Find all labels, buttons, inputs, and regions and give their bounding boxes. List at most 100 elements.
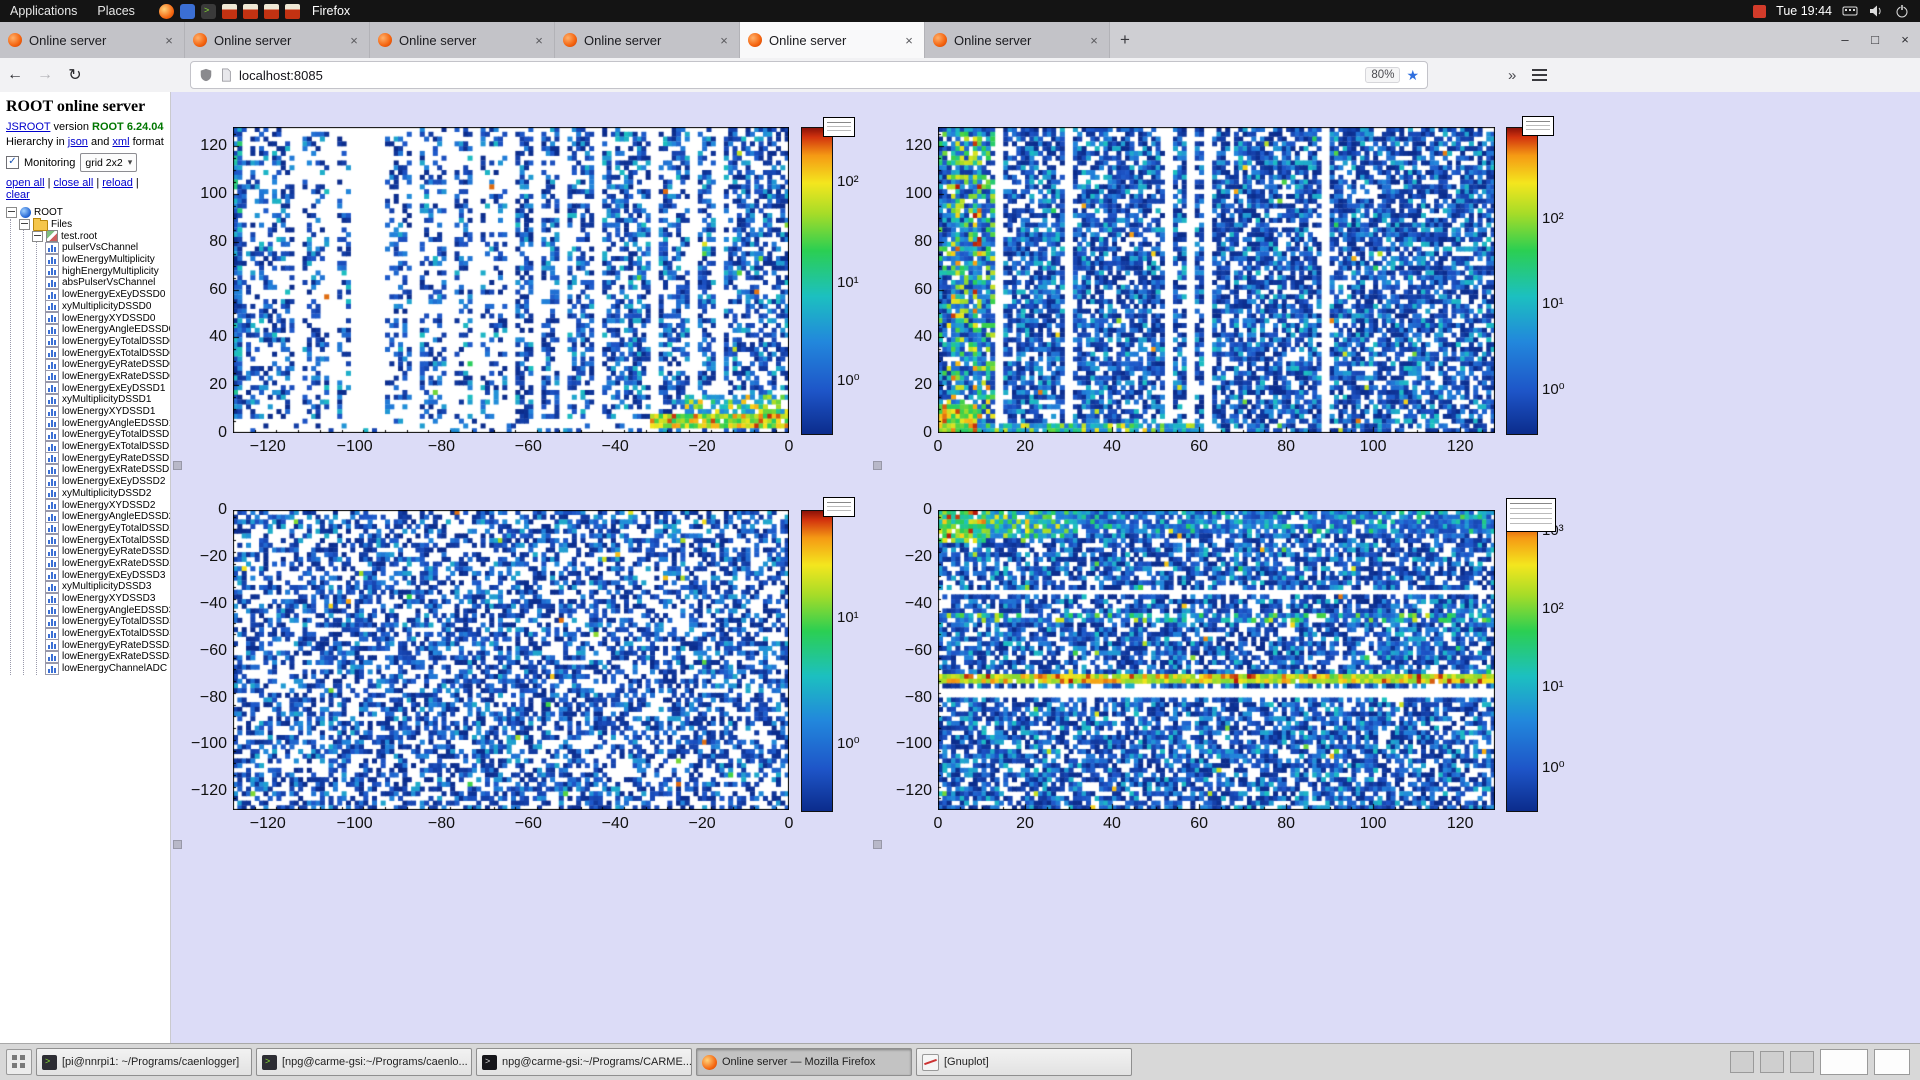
color-palette-bar[interactable]	[801, 127, 833, 435]
tree-item[interactable]: lowEnergyExRateDSSD0	[45, 371, 170, 383]
window-close-button[interactable]	[1890, 22, 1920, 58]
clock[interactable]: Tue 19:44	[1776, 4, 1832, 18]
close-all-link[interactable]: close all	[54, 177, 94, 189]
keyboard-icon[interactable]	[1842, 3, 1858, 19]
pad-resize-handle[interactable]	[173, 461, 182, 470]
power-icon[interactable]	[1894, 3, 1910, 19]
tree-item[interactable]: lowEnergyAngleEDSSD2	[45, 511, 170, 523]
tree-node-files[interactable]: Files	[19, 219, 170, 231]
hist-bottom-left-canvas[interactable]	[233, 510, 789, 810]
taskbar-window-button[interactable]: Online server — Mozilla Firefox	[696, 1048, 912, 1076]
tree-item[interactable]: lowEnergyExRateDSSD1	[45, 464, 170, 476]
open-all-link[interactable]: open all	[6, 177, 45, 189]
taskbar-window-button[interactable]: [pi@nnrpi1: ~/Programs/caenlogger]	[36, 1048, 252, 1076]
app-icon-3[interactable]	[264, 4, 279, 19]
tree-item[interactable]: xyMultiplicityDSSD2	[45, 488, 170, 500]
tree-item[interactable]: lowEnergyEyRateDSSD1	[45, 452, 170, 464]
tree-item[interactable]: lowEnergyEyRateDSSD2	[45, 546, 170, 558]
tree-item[interactable]: lowEnergyAngleEDSSD1	[45, 417, 170, 429]
stats-box[interactable]	[1522, 116, 1554, 136]
app-icon-1[interactable]	[222, 4, 237, 19]
tree-item[interactable]: xyMultiplicityDSSD3	[45, 581, 170, 593]
active-app-label[interactable]: Firefox	[312, 4, 350, 18]
browser-tab[interactable]: Online server	[740, 22, 925, 58]
tree-item[interactable]: lowEnergyExTotalDSSD2	[45, 534, 170, 546]
tree-item[interactable]: lowEnergyXYDSSD3	[45, 593, 170, 605]
collapse-icon[interactable]	[6, 207, 17, 218]
clear-link[interactable]: clear	[6, 189, 30, 201]
url-bar[interactable]: localhost:8085 80%	[190, 61, 1428, 89]
taskbar-window-button[interactable]: [npg@carme-gsi:~/Programs/caenlo...	[256, 1048, 472, 1076]
tree-item[interactable]: lowEnergyEyRateDSSD3	[45, 639, 170, 651]
bookmark-star-icon[interactable]	[1406, 67, 1419, 84]
browser-tab[interactable]: Online server	[555, 22, 740, 58]
taskbar-window-button[interactable]: npg@carme-gsi:~/Programs/CARME...	[476, 1048, 692, 1076]
browser-tab[interactable]: Online server	[370, 22, 555, 58]
tab-close-icon[interactable]	[1087, 33, 1101, 48]
tab-close-icon[interactable]	[902, 33, 916, 48]
taskbar-window-button[interactable]: [Gnuplot]	[916, 1048, 1132, 1076]
new-tab-button[interactable]	[1110, 22, 1140, 58]
reload-button[interactable]	[60, 65, 90, 85]
forward-button[interactable]	[30, 66, 60, 84]
zoom-indicator[interactable]: 80%	[1365, 67, 1400, 83]
stats-box[interactable]	[823, 117, 855, 137]
page-info-icon[interactable]	[219, 68, 233, 82]
tree-item[interactable]: lowEnergyEyTotalDSSD3	[45, 616, 170, 628]
files-app-icon[interactable]	[180, 4, 195, 19]
layout-select[interactable]: grid 2x2	[80, 153, 137, 172]
shield-icon[interactable]	[199, 68, 213, 82]
color-palette-bar[interactable]	[1506, 127, 1538, 435]
workspace-pager-cell[interactable]	[1730, 1051, 1754, 1073]
show-desktop-button[interactable]	[6, 1049, 32, 1075]
workspace-pager-cell[interactable]	[1760, 1051, 1784, 1073]
tray-widget[interactable]	[1820, 1049, 1868, 1075]
jsroot-link[interactable]: JSROOT	[6, 121, 50, 133]
pad-resize-handle[interactable]	[873, 840, 882, 849]
tab-close-icon[interactable]	[717, 33, 731, 48]
tree-item[interactable]: lowEnergyExTotalDSSD1	[45, 441, 170, 453]
stats-box[interactable]	[823, 497, 855, 517]
tree-item[interactable]: lowEnergyEyTotalDSSD0	[45, 336, 170, 348]
menu-hamburger-icon[interactable]	[1532, 69, 1547, 81]
collapse-icon[interactable]	[19, 219, 30, 230]
window-maximize-button[interactable]	[1860, 22, 1890, 58]
firefox-launcher-icon[interactable]	[159, 4, 174, 19]
applications-menu[interactable]: Applications	[0, 0, 87, 22]
hist-top-left-canvas[interactable]	[233, 127, 789, 433]
overflow-menu-icon[interactable]	[1508, 67, 1516, 84]
tree-item[interactable]: lowEnergyExEyDSSD3	[45, 569, 170, 581]
tree-item[interactable]: lowEnergyExTotalDSSD3	[45, 628, 170, 640]
color-palette-bar[interactable]	[801, 510, 833, 812]
tree-item[interactable]: highEnergyMultiplicity	[45, 265, 170, 277]
tree-item[interactable]: lowEnergyExEyDSSD0	[45, 289, 170, 301]
tree-item[interactable]: lowEnergyEyTotalDSSD1	[45, 429, 170, 441]
places-menu[interactable]: Places	[87, 0, 145, 22]
app-icon-4[interactable]	[285, 4, 300, 19]
pad-resize-handle[interactable]	[173, 840, 182, 849]
tree-item[interactable]: xyMultiplicityDSSD0	[45, 301, 170, 313]
reload-link[interactable]: reload	[102, 177, 133, 189]
tree-item[interactable]: lowEnergyExRateDSSD3	[45, 651, 170, 663]
tree-item[interactable]: lowEnergyExEyDSSD2	[45, 476, 170, 488]
tree-item[interactable]: lowEnergyAngleEDSSD3	[45, 604, 170, 616]
tree-node-root[interactable]: ROOT	[6, 207, 170, 219]
hist-bottom-right-canvas[interactable]	[938, 510, 1495, 810]
browser-tab[interactable]: Online server	[185, 22, 370, 58]
hist-top-right-canvas[interactable]	[938, 127, 1495, 433]
tree-item[interactable]: lowEnergyExEyDSSD1	[45, 382, 170, 394]
tree-item[interactable]: lowEnergyMultiplicity	[45, 254, 170, 266]
tree-item[interactable]: pulserVsChannel	[45, 242, 170, 254]
tab-close-icon[interactable]	[162, 33, 176, 48]
tree-item[interactable]: lowEnergyExRateDSSD2	[45, 558, 170, 570]
volume-icon[interactable]	[1868, 3, 1884, 19]
terminal-app-icon[interactable]	[201, 4, 216, 19]
tree-item[interactable]: lowEnergyXYDSSD2	[45, 499, 170, 511]
recorder-indicator-icon[interactable]	[1753, 5, 1766, 18]
tree-item[interactable]: xyMultiplicityDSSD1	[45, 394, 170, 406]
tree-node-file[interactable]: test.root	[32, 230, 170, 242]
tree-item[interactable]: lowEnergyChannelADC	[45, 663, 170, 675]
browser-tab[interactable]: Online server	[925, 22, 1110, 58]
json-link[interactable]: json	[68, 136, 88, 148]
color-palette-bar[interactable]	[1506, 510, 1538, 812]
